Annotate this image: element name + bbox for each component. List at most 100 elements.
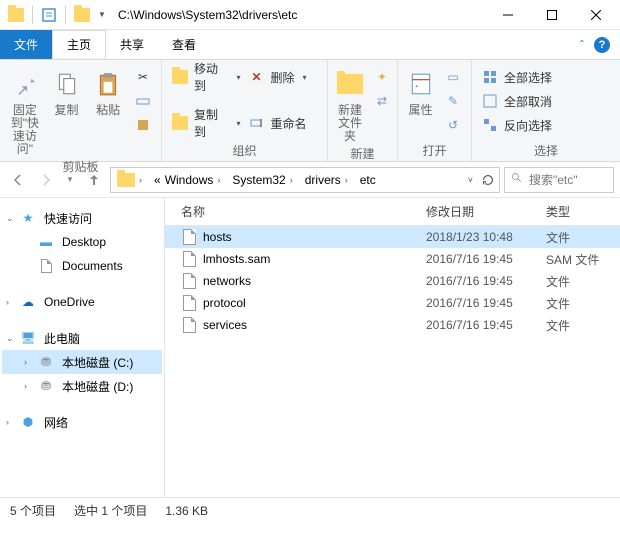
new-folder-icon[interactable] — [74, 7, 90, 23]
edit-icon: ✎ — [445, 93, 461, 109]
newfolder-icon — [334, 68, 366, 100]
paste-icon — [92, 68, 124, 100]
history-button[interactable]: ↺ — [441, 114, 465, 136]
copypath-button[interactable] — [131, 90, 155, 112]
file-date: 2018/1/23 10:48 — [426, 230, 546, 244]
nav-ddrive[interactable]: ›⛃本地磁盘 (D:) — [2, 374, 162, 398]
path-icon — [135, 93, 151, 109]
invert-button[interactable]: 反向选择 — [478, 114, 556, 136]
paste-button[interactable]: 粘贴 — [89, 64, 127, 117]
history-icon: ↺ — [445, 117, 461, 133]
open-button[interactable]: ▭ — [441, 66, 465, 88]
cloud-icon: ☁ — [20, 294, 36, 310]
file-row[interactable]: hosts2018/1/23 10:48文件 — [165, 226, 620, 248]
nav-documents[interactable]: Documents — [2, 254, 162, 278]
breadcrumb[interactable]: System32› — [226, 168, 298, 192]
easyaccess-button[interactable]: ⇄ — [370, 90, 394, 112]
delete-icon: ✕ — [249, 69, 265, 85]
column-headers[interactable]: 名称 修改日期 类型 — [165, 198, 620, 226]
paste-shortcut-button[interactable] — [131, 114, 155, 136]
window-title: C:\Windows\System32\drivers\etc — [110, 8, 486, 22]
selectnone-button[interactable]: 全部取消 — [478, 90, 556, 112]
help-icon[interactable]: ? — [594, 37, 610, 53]
quick-access-toolbar: ▼ — [2, 6, 110, 24]
file-icon — [181, 229, 197, 245]
status-count: 5 个项目 — [10, 502, 56, 519]
file-row[interactable]: lmhosts.sam2016/7/16 19:45SAM 文件 — [165, 248, 620, 270]
tab-home[interactable]: 主页 — [52, 30, 106, 59]
search-input[interactable]: 搜索"etc" — [504, 167, 614, 193]
status-size: 1.36 KB — [165, 504, 208, 518]
file-icon — [181, 273, 197, 289]
copyto-icon — [172, 115, 188, 131]
tab-view[interactable]: 查看 — [158, 30, 210, 59]
file-type: 文件 — [546, 317, 620, 334]
open-icon: ▭ — [445, 69, 461, 85]
copyto-button[interactable]: 复制到▾ — [168, 112, 245, 134]
file-type: 文件 — [546, 273, 620, 290]
file-date: 2016/7/16 19:45 — [426, 274, 546, 288]
file-type: 文件 — [546, 295, 620, 312]
col-type[interactable]: 类型 — [546, 203, 620, 220]
file-type: SAM 文件 — [546, 251, 620, 268]
col-date[interactable]: 修改日期 — [426, 203, 546, 220]
qat-dropdown-icon[interactable]: ▼ — [94, 7, 110, 23]
group-new: 新建 — [334, 143, 391, 162]
breadcrumb[interactable]: drivers› — [299, 168, 354, 192]
back-button[interactable] — [6, 168, 30, 192]
scissors-icon: ✂ — [135, 69, 151, 85]
breadcrumb-root[interactable]: › — [111, 168, 148, 192]
file-date: 2016/7/16 19:45 — [426, 296, 546, 310]
breadcrumb[interactable]: « Windows› — [148, 168, 226, 192]
newfolder-button[interactable]: 新建 文件夹 — [334, 64, 366, 143]
nav-desktop[interactable]: ▬Desktop — [2, 230, 162, 254]
properties-button[interactable]: 属性 — [404, 64, 437, 117]
group-open: 打开 — [404, 140, 465, 159]
tab-file[interactable]: 文件 — [0, 30, 52, 59]
edit-button[interactable]: ✎ — [441, 90, 465, 112]
nav-quickaccess[interactable]: ⌄★快速访问 — [2, 206, 162, 230]
forward-button[interactable] — [34, 168, 58, 192]
file-type: 文件 — [546, 229, 620, 246]
ribbon-collapse-icon[interactable]: ˆ — [580, 38, 584, 52]
newitem-button[interactable]: ✦ — [370, 66, 394, 88]
pin-icon — [9, 68, 41, 100]
address-bar[interactable]: › « Windows› System32› drivers› etc ˅ — [110, 167, 500, 193]
breadcrumb[interactable]: etc — [354, 168, 382, 192]
refresh-button[interactable] — [477, 173, 499, 187]
nav-cdrive[interactable]: ›⛃本地磁盘 (C:) — [2, 350, 162, 374]
moveto-button[interactable]: 移动到▾ — [168, 66, 245, 88]
ribbon-tabs: 文件 主页 共享 查看 ˆ ? — [0, 30, 620, 60]
pin-quickaccess-button[interactable]: 固定到"快 速访问" — [6, 64, 44, 156]
status-selected: 选中 1 个项目 — [74, 502, 147, 519]
close-button[interactable] — [574, 0, 618, 30]
file-name: protocol — [203, 296, 426, 310]
file-row[interactable]: networks2016/7/16 19:45文件 — [165, 270, 620, 292]
nav-network[interactable]: ›⬢网络 — [2, 410, 162, 434]
status-bar: 5 个项目 选中 1 个项目 1.36 KB — [0, 497, 620, 523]
selectall-button[interactable]: 全部选择 — [478, 66, 556, 88]
maximize-button[interactable] — [530, 0, 574, 30]
rename-icon — [249, 115, 265, 131]
link-icon: ⇄ — [374, 93, 390, 109]
file-icon — [181, 251, 197, 267]
rename-button[interactable]: 重命名 — [245, 112, 322, 134]
file-row[interactable]: protocol2016/7/16 19:45文件 — [165, 292, 620, 314]
address-dropdown[interactable]: ˅ — [464, 175, 477, 185]
copy-button[interactable]: 复制 — [48, 64, 86, 117]
properties-icon[interactable] — [41, 7, 57, 23]
up-button[interactable] — [82, 168, 106, 192]
delete-button[interactable]: ✕删除▾ — [245, 66, 322, 88]
col-name[interactable]: 名称 — [181, 203, 426, 220]
minimize-button[interactable] — [486, 0, 530, 30]
file-date: 2016/7/16 19:45 — [426, 252, 546, 266]
props-icon — [405, 68, 437, 100]
nav-onedrive[interactable]: ›☁OneDrive — [2, 290, 162, 314]
copy-icon — [51, 68, 83, 100]
cut-button[interactable]: ✂ — [131, 66, 155, 88]
recent-dropdown[interactable]: ▼ — [62, 168, 78, 192]
tab-share[interactable]: 共享 — [106, 30, 158, 59]
file-name: lmhosts.sam — [203, 252, 426, 266]
nav-thispc[interactable]: ⌄🖥此电脑 — [2, 326, 162, 350]
file-row[interactable]: services2016/7/16 19:45文件 — [165, 314, 620, 336]
